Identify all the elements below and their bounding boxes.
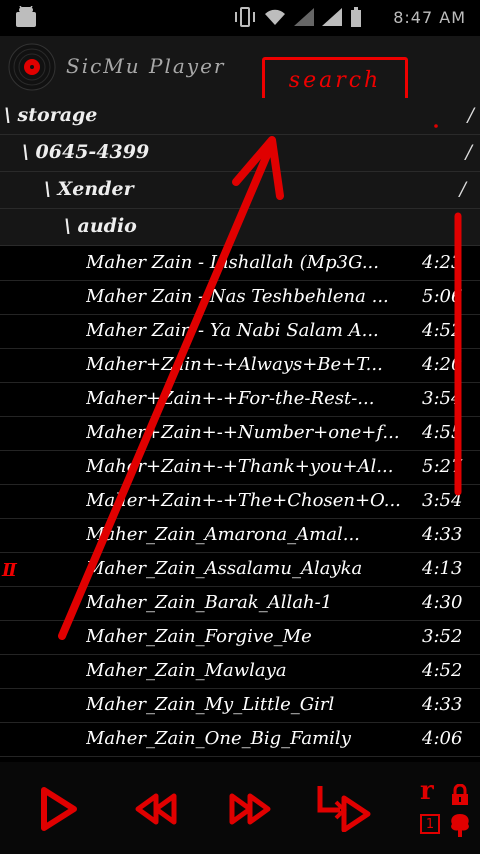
folder-label: \ storage [4,104,98,126]
repeat-one-label: 1 [425,816,435,832]
track-duration: 3:54 [422,388,463,409]
track-row[interactable]: Maher+Zain+-+For-the-Rest-... 3:54 [0,383,480,417]
repeat-one-button[interactable]: 1 [420,814,440,834]
folder-label: \ Xender [44,178,134,200]
track-row[interactable]: Maher+Zain+-+Number+one+f... 4:55 [0,417,480,451]
vibrate-icon [235,7,255,27]
track-row[interactable]: Maher_Zain_Forgive_Me 3:52 [0,621,480,655]
track-duration: 4:33 [422,694,463,715]
track-title: Maher+Zain+-+Number+one+f... [86,422,400,443]
track-title: Maher Zain - Nas Teshbehlena ... [86,286,389,307]
status-bar: 8:47 AM [0,0,480,36]
rewind-icon[interactable] [134,792,178,826]
player-controls: r 1 [0,762,480,854]
clock: 8:47 AM [393,8,466,27]
track-duration: 4:52 [422,320,463,341]
track-title: Maher+Zain+-+The+Chosen+O... [86,490,401,511]
track-title: Maher_Zain_Forgive_Me [86,626,312,647]
folder-label: \ audio [64,215,137,237]
track-duration: 3:52 [422,626,463,647]
track-duration: 4:20 [422,354,463,375]
search-label: search [288,67,382,93]
track-title: Maher_Zain_Barak_Allah-1 [86,592,333,613]
folder-row-xender[interactable]: \ Xender / [0,172,480,209]
play-icon[interactable] [38,786,80,832]
track-title: Maher_Zain_My_Little_Girl [86,694,335,715]
track-title: Maher+Zain+-+Always+Be+T... [86,354,383,375]
wifi-icon [265,9,285,25]
fast-forward-icon[interactable] [228,792,272,826]
track-row[interactable]: Maher+Zain+-+Always+Be+T... 4:20 [0,349,480,383]
lock-icon[interactable] [450,784,470,806]
track-duration: 4:55 [422,422,463,443]
track-duration: 4:06 [422,728,463,749]
track-duration: 4:30 [422,592,463,613]
track-duration: 5:27 [422,456,463,477]
track-title: Maher Zain - Inshallah (Mp3G... [86,252,380,273]
track-row[interactable]: Maher Zain - Ya Nabi Salam A... 4:52 [0,315,480,349]
track-title: Maher+Zain+-+Thank+you+Al... [86,456,394,477]
track-duration: 4:52 [422,660,463,681]
folder-label: \ 0645-4399 [22,141,150,163]
signal-icon [294,8,314,26]
track-title: Maher_Zain_Assalamu_Alayka [86,558,363,579]
track-duration: 4:33 [422,524,463,545]
track-title: Maher+Zain+-+For-the-Rest-... [86,388,375,409]
signal-icon-2 [322,8,342,26]
track-duration: 3:54 [422,490,463,511]
playing-indicator: II [2,560,17,581]
search-button[interactable]: search [262,57,408,103]
track-row[interactable]: Maher+Zain+-+Thank+you+Al... 5:27 [0,451,480,485]
track-duration: 5:06 [422,286,463,307]
track-title: Maher_Zain_Mawlaya [86,660,287,681]
track-duration: 4:23 [422,252,463,273]
track-duration: 4:13 [422,558,463,579]
track-row[interactable]: Maher_Zain_Amarona_Amal... 4:33 [0,519,480,553]
track-list: Maher Zain - Inshallah (Mp3G... 4:23 Mahe… [0,247,480,757]
track-row[interactable]: Maher Zain - Nas Teshbehlena ... 5:06 [0,281,480,315]
battery-icon [351,7,361,27]
track-row[interactable]: Maher_Zain_Mawlaya 4:52 [0,655,480,689]
folder-tree: \ storage / \ 0645-4399 / \ Xender / \ a… [0,98,480,246]
track-row-current[interactable]: II Maher_Zain_Assalamu_Alayka 4:13 [0,553,480,587]
track-row[interactable]: Maher_Zain_Barak_Allah-1 4:30 [0,587,480,621]
folder-row-storage[interactable]: \ storage / [0,98,480,135]
android-notification-icon [16,6,36,27]
track-row[interactable]: Maher_Zain_One_Big_Family 4:06 [0,723,480,757]
next-track-icon[interactable] [314,784,372,832]
track-title: Maher_Zain_One_Big_Family [86,728,351,749]
repeat-button[interactable]: r [420,776,434,806]
folder-separator: / [465,141,472,163]
app-title: SicMu Player [66,54,226,78]
app-bar: SicMu Player [0,36,480,98]
tree-icon[interactable] [448,812,472,838]
track-title: Maher Zain - Ya Nabi Salam A... [86,320,379,341]
track-row[interactable]: Maher_Zain_My_Little_Girl 4:33 [0,689,480,723]
vinyl-record-icon[interactable] [8,43,56,91]
track-title: Maher_Zain_Amarona_Amal... [86,524,360,545]
folder-row-sdcard[interactable]: \ 0645-4399 / [0,135,480,172]
folder-row-audio[interactable]: \ audio [0,209,480,246]
track-row[interactable]: Maher Zain - Inshallah (Mp3G... 4:23 [0,247,480,281]
folder-separator: / [467,104,474,126]
folder-separator: / [459,178,466,200]
track-row[interactable]: Maher+Zain+-+The+Chosen+O... 3:54 [0,485,480,519]
